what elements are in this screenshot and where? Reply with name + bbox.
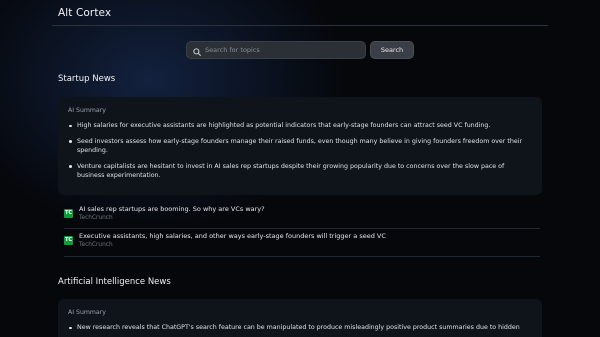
summary-list: High salaries for executive assistants a… bbox=[68, 121, 532, 181]
article-source: TechCrunch bbox=[79, 215, 113, 221]
article-divider bbox=[64, 228, 540, 229]
section-title-startup-news: Startup News bbox=[58, 74, 116, 84]
search-input[interactable] bbox=[205, 46, 355, 54]
summary-label: AI Summary bbox=[68, 107, 106, 114]
app-title[interactable]: Alt Cortex bbox=[58, 7, 111, 19]
search-button[interactable]: Search bbox=[370, 41, 414, 59]
ai-summary-card: AI Summary High salaries for executive a… bbox=[58, 97, 542, 195]
summary-bullet: Venture capitalists are hesitant to inve… bbox=[68, 162, 532, 181]
summary-bullet: Seed investors assess how early-stage fo… bbox=[68, 137, 532, 156]
article-divider bbox=[64, 256, 540, 257]
search-field[interactable] bbox=[186, 41, 366, 59]
summary-list: New research reveals that ChatGPT's sear… bbox=[68, 323, 532, 333]
article-source: TechCrunch bbox=[79, 242, 113, 248]
techcrunch-icon: TC bbox=[64, 209, 73, 218]
techcrunch-icon: TC bbox=[64, 236, 73, 245]
article-title[interactable]: Executive assistants, high salaries, and… bbox=[79, 232, 386, 241]
header-divider bbox=[52, 25, 548, 26]
summary-label: AI Summary bbox=[68, 309, 106, 316]
ai-summary-card: AI Summary New research reveals that Cha… bbox=[58, 299, 542, 337]
search-icon bbox=[193, 41, 201, 60]
article-title[interactable]: AI sales rep startups are booming. So wh… bbox=[79, 205, 265, 214]
section-title-ai-news: Artificial Intelligence News bbox=[58, 277, 171, 287]
article-item[interactable]: TC Executive assistants, high salaries, … bbox=[64, 232, 540, 254]
article-item[interactable]: TC AI sales rep startups are booming. So… bbox=[64, 205, 540, 227]
search-bar: Search bbox=[186, 41, 414, 59]
summary-bullet: New research reveals that ChatGPT's sear… bbox=[68, 323, 532, 333]
summary-bullet: High salaries for executive assistants a… bbox=[68, 121, 532, 131]
